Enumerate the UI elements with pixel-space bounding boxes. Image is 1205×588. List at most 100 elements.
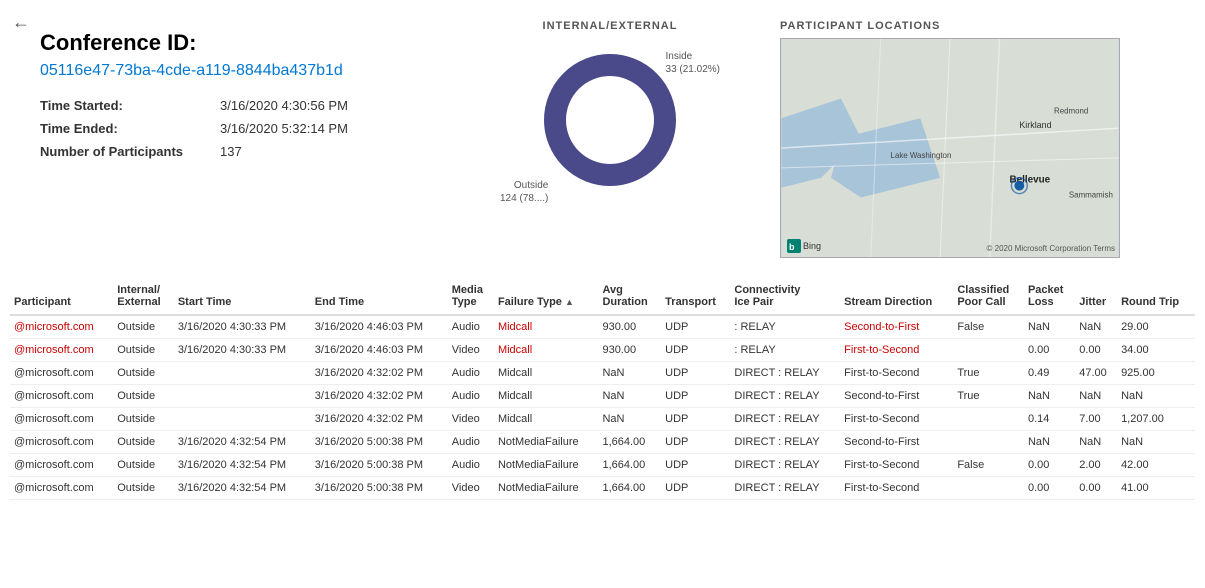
table-row: @microsoft.comOutside3/16/2020 4:32:02 P… [10, 385, 1195, 408]
table-cell: DIRECT : RELAY [730, 454, 840, 477]
time-started-value: 3/16/2020 4:30:56 PM [220, 98, 348, 113]
table-cell: 2.00 [1075, 454, 1117, 477]
map-copyright: © 2020 Microsoft Corporation Terms [987, 244, 1115, 253]
table-row: @microsoft.comOutside3/16/2020 4:32:54 P… [10, 431, 1195, 454]
table-cell: @microsoft.com [10, 339, 113, 362]
table-cell: UDP [661, 339, 730, 362]
col-ice-pair[interactable]: ConnectivityIce Pair [730, 278, 840, 315]
col-stream-direction[interactable]: Stream Direction [840, 278, 953, 315]
col-failure-type[interactable]: Failure Type ▲ [494, 278, 599, 315]
table-cell: 3/16/2020 4:32:02 PM [311, 362, 448, 385]
table-cell: 3/16/2020 4:46:03 PM [311, 315, 448, 339]
table-cell [174, 408, 311, 431]
table-cell: First-to-Second [840, 339, 953, 362]
table-cell: Outside [113, 431, 174, 454]
num-participants-value: 137 [220, 144, 242, 159]
col-media-type[interactable]: MediaType [448, 278, 494, 315]
table-cell: 3/16/2020 4:32:54 PM [174, 454, 311, 477]
table-cell: 0.14 [1024, 408, 1075, 431]
table-cell: @microsoft.com [10, 315, 113, 339]
table-cell: Second-to-First [840, 431, 953, 454]
table-cell: DIRECT : RELAY [730, 385, 840, 408]
table-cell: @microsoft.com [10, 408, 113, 431]
table-cell: 3/16/2020 4:32:54 PM [174, 477, 311, 500]
table-cell: Video [448, 408, 494, 431]
donut-chart [530, 40, 690, 200]
table-cell: : RELAY [730, 339, 840, 362]
table-cell: Second-to-First [840, 385, 953, 408]
table-cell: @microsoft.com [10, 362, 113, 385]
table-cell: 3/16/2020 4:32:02 PM [311, 408, 448, 431]
time-ended-label: Time Ended: [40, 121, 220, 136]
participant-locations: PARTICIPANT LOCATIONS Kirkland Redmond [760, 20, 1185, 258]
table-cell: Midcall [494, 362, 599, 385]
table-cell: NaN [1075, 385, 1117, 408]
table-cell: NaN [1075, 315, 1117, 339]
table-cell: True [953, 362, 1024, 385]
table-cell: @microsoft.com [10, 454, 113, 477]
col-round-trip[interactable]: Round Trip [1117, 278, 1195, 315]
table-cell: 41.00 [1117, 477, 1195, 500]
table-cell: True [953, 385, 1024, 408]
table-cell: Second-to-First [840, 315, 953, 339]
table-cell: UDP [661, 315, 730, 339]
table-cell: 3/16/2020 4:46:03 PM [311, 339, 448, 362]
table-cell: 1,664.00 [598, 477, 661, 500]
table-cell: UDP [661, 408, 730, 431]
table-row: @microsoft.comOutside 3/16/2020 4:32:02 P… [10, 362, 1195, 385]
table-row: @microsoft.comOutside3/16/2020 4:30:33 P… [10, 315, 1195, 339]
col-packet-loss[interactable]: PacketLoss [1024, 278, 1075, 315]
col-start-time[interactable]: Start Time [174, 278, 311, 315]
table-cell: 3/16/2020 5:00:38 PM [311, 431, 448, 454]
table-cell: NaN [598, 385, 661, 408]
col-internal-external[interactable]: Internal/External [113, 278, 174, 315]
table-cell: NaN [1024, 315, 1075, 339]
table-cell: NaN [1117, 431, 1195, 454]
table-cell: Outside [113, 454, 174, 477]
table-cell: Midcall [494, 339, 599, 362]
table-cell: @microsoft.com [10, 385, 113, 408]
table-cell: False [953, 454, 1024, 477]
table-cell: DIRECT : RELAY [730, 477, 840, 500]
col-transport[interactable]: Transport [661, 278, 730, 315]
col-participant[interactable]: Participant [10, 278, 113, 315]
table-cell: Video [448, 477, 494, 500]
table-cell: Outside [113, 477, 174, 500]
table-cell: 3/16/2020 4:32:02 PM [311, 385, 448, 408]
table-cell: 3/16/2020 4:30:33 PM [174, 315, 311, 339]
conf-id-value: 05116e47-73ba-4cde-a119-8844ba437b1d [40, 62, 460, 80]
table-cell: 3/16/2020 4:32:54 PM [174, 431, 311, 454]
table-cell: Outside [113, 362, 174, 385]
table-cell: 0.00 [1024, 339, 1075, 362]
table-cell: First-to-Second [840, 362, 953, 385]
table-cell: Audio [448, 362, 494, 385]
col-jitter[interactable]: Jitter [1075, 278, 1117, 315]
time-started-label: Time Started: [40, 98, 220, 113]
back-button[interactable]: ← [12, 12, 30, 33]
table-cell: Audio [448, 454, 494, 477]
svg-text:b: b [789, 242, 795, 252]
table-cell [174, 385, 311, 408]
table-cell: : RELAY [730, 315, 840, 339]
col-end-time[interactable]: End Time [311, 278, 448, 315]
num-participants-label: Number of Participants [40, 144, 220, 159]
col-avg-duration[interactable]: AvgDuration [598, 278, 661, 315]
table-cell: 3/16/2020 5:00:38 PM [311, 454, 448, 477]
svg-text:Lake Washington: Lake Washington [891, 151, 952, 160]
chart-title: INTERNAL/EXTERNAL [543, 20, 678, 32]
col-poor-call[interactable]: ClassifiedPoor Call [953, 278, 1024, 315]
table-cell [174, 362, 311, 385]
conf-id-label: Conference ID: [40, 30, 460, 56]
table-cell: 930.00 [598, 339, 661, 362]
table-cell: Outside [113, 315, 174, 339]
outside-value: 124 (78....) [500, 193, 548, 204]
table-cell: 3/16/2020 4:30:33 PM [174, 339, 311, 362]
table-cell: NaN [598, 408, 661, 431]
table-row: @microsoft.comOutside3/16/2020 4:32:54 P… [10, 477, 1195, 500]
table-cell: DIRECT : RELAY [730, 408, 840, 431]
table-cell: DIRECT : RELAY [730, 431, 840, 454]
svg-text:Sammamish: Sammamish [1069, 191, 1113, 200]
table-cell: NaN [1075, 431, 1117, 454]
table-cell: @microsoft.com [10, 477, 113, 500]
table-row: @microsoft.comOutside3/16/2020 4:32:02 P… [10, 408, 1195, 431]
